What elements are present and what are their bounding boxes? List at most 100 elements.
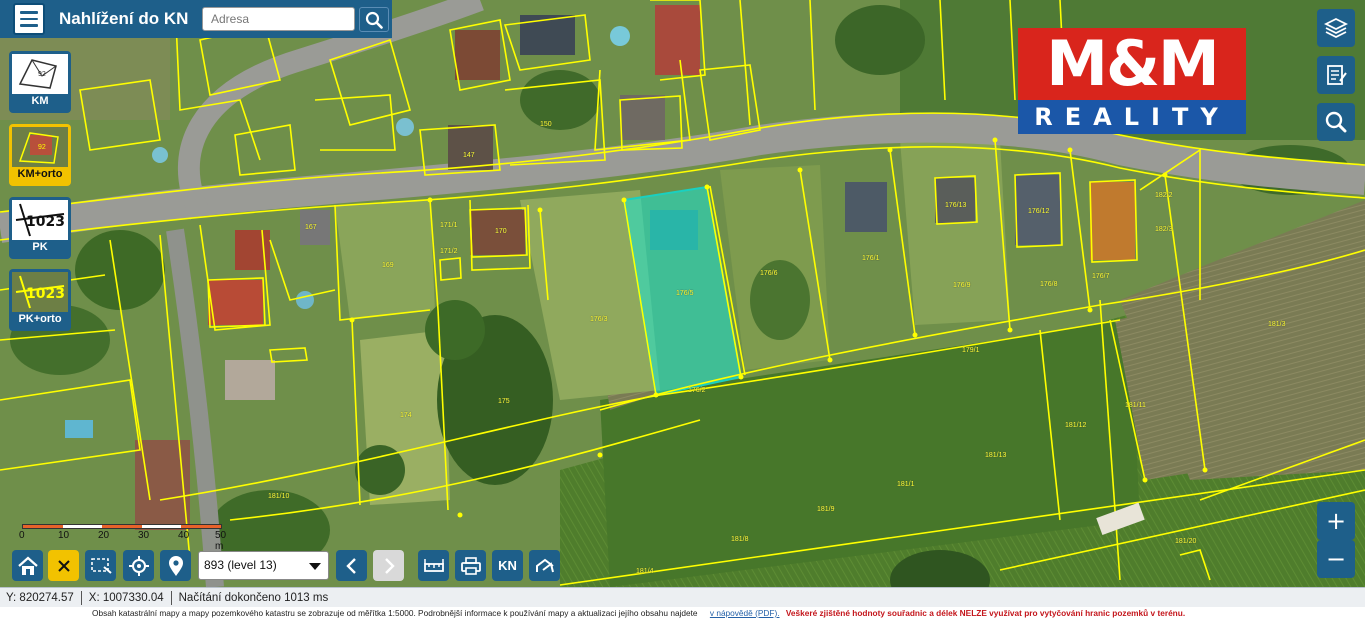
close-icon (57, 559, 70, 572)
parcel-label: 181/13 (985, 452, 1007, 459)
parcel-label: 181/9 (817, 506, 835, 513)
status-bar: Y: 820274.57 X: 1007330.04 Načítání doko… (0, 587, 1365, 607)
parcel-label: 176/12 (1028, 208, 1050, 215)
layer-label: KM+orto (17, 168, 63, 180)
parcel-label: 182/3 (1155, 226, 1173, 233)
layers-button[interactable] (1317, 9, 1355, 47)
printer-icon (460, 556, 481, 575)
parcel-label: 150 (540, 121, 552, 128)
x-coordinate: X: 1007330.04 (88, 591, 164, 604)
app-header: Nahlížení do KN (0, 0, 392, 38)
locate-button[interactable] (123, 550, 154, 581)
menu-bar (20, 11, 38, 14)
chevron-left-icon (345, 557, 356, 574)
edit-document-icon (1327, 65, 1347, 85)
menu-bar (20, 17, 38, 21)
parcel-label: 167 (305, 224, 317, 231)
share-icon (535, 558, 554, 572)
parcel-label: 181/8 (731, 536, 749, 543)
search-icon (1325, 111, 1347, 133)
search-button[interactable] (359, 7, 389, 32)
measure-icon (423, 558, 444, 572)
layer-pk-orto-button[interactable]: 1023 PK+orto (9, 269, 71, 331)
parcel-label: 176/9 (953, 282, 971, 289)
pk-orto-thumbnail: 1023 (12, 272, 68, 312)
print-button[interactable] (455, 550, 486, 581)
previous-view-button[interactable] (336, 550, 367, 581)
scale-tick: 40 (178, 530, 190, 541)
zoom-in-button[interactable]: + (1317, 502, 1355, 540)
svg-text:1023: 1023 (26, 286, 65, 302)
share-location-button[interactable] (529, 550, 560, 581)
svg-text:92: 92 (38, 144, 46, 151)
scale-bar: 0 10 20 30 40 50 m (19, 524, 226, 552)
parcel-label: 181/20 (1175, 538, 1197, 545)
status-separator (170, 590, 172, 605)
zoom-level-value: 893 (level 13) (204, 558, 277, 572)
measure-button[interactable] (418, 550, 449, 581)
layer-km-orto-button[interactable]: 92 KM+orto (9, 124, 71, 186)
parcel-label: 176/7 (1092, 273, 1110, 280)
map-pin-icon (168, 555, 183, 576)
parcel-label: 176/3 (590, 316, 608, 323)
map-search-button[interactable] (1317, 103, 1355, 141)
scale-tick: 20 (98, 530, 110, 541)
layers-icon (1324, 17, 1348, 39)
svg-text:92: 92 (38, 71, 46, 78)
kn-button[interactable]: KN (492, 550, 523, 581)
plus-icon: + (1325, 507, 1347, 535)
layer-label: PK+orto (18, 313, 62, 325)
parcel-label: 181/11 (1125, 402, 1146, 409)
parcel-label: 175 (498, 398, 510, 405)
hamburger-menu-button[interactable] (13, 3, 45, 35)
logo-bottom-text: REALITY (1018, 100, 1246, 134)
layer-pk-button[interactable]: 1023 PK (9, 197, 71, 259)
clear-selection-button[interactable] (48, 550, 79, 581)
zoom-level-select[interactable]: 893 (level 13) (198, 551, 329, 580)
y-coordinate: Y: 820274.57 (6, 591, 74, 604)
layer-km-button[interactable]: 92 KM (9, 51, 71, 113)
parcel-label: 181/1 (897, 481, 915, 488)
parcel-label: 171/2 (440, 248, 458, 255)
parcel-label: 181/10 (268, 493, 290, 500)
place-marker-button[interactable] (160, 550, 191, 581)
crosshair-icon (128, 555, 149, 576)
rectangle-select-icon (90, 557, 112, 574)
footer-info-text: Obsah katastrální mapy a mapy pozemkovéh… (92, 608, 698, 618)
layer-label: KM (31, 95, 49, 107)
app-title: Nahlížení do KN (59, 9, 189, 28)
chevron-right-icon (384, 557, 395, 574)
logo-top-text: M&M (1018, 28, 1246, 100)
mm-reality-logo: M&M REALITY (1018, 28, 1246, 134)
zoom-out-button[interactable]: − (1317, 540, 1355, 578)
km-orto-thumbnail: 92 (12, 127, 68, 167)
select-area-button[interactable] (85, 550, 116, 581)
footer-warning-text: Veškeré zjištěné hodnoty souřadnic a dél… (785, 608, 1186, 618)
footer-notice: Obsah katastrální mapy a mapy pozemkovéh… (0, 607, 1365, 627)
parcel-label: 181/12 (1065, 422, 1087, 429)
search-icon (365, 11, 383, 29)
scale-bar-ticks: 0 10 20 30 40 50 m (19, 529, 226, 552)
legend-button[interactable] (1317, 56, 1355, 94)
next-view-button[interactable] (373, 550, 404, 581)
svg-text:1023: 1023 (26, 214, 65, 230)
parcel-label: 171/1 (440, 222, 458, 229)
parcel-label: 174 (400, 412, 412, 419)
pk-map-thumbnail: 1023 (12, 200, 68, 240)
home-button[interactable] (12, 550, 43, 581)
help-pdf-link[interactable]: v nápovědě (PDF). (710, 608, 780, 618)
status-separator (80, 590, 82, 605)
scale-tick: 0 (19, 530, 25, 541)
address-search-input[interactable] (202, 7, 355, 31)
chevron-down-icon (309, 563, 321, 570)
parcel-label: 181/4 (636, 568, 654, 575)
kn-label: KN (498, 558, 517, 573)
parcel-label: 176/2 (688, 387, 706, 394)
parcel-label: 176/8 (1040, 281, 1058, 288)
parcel-label: 179/1 (962, 347, 980, 354)
loading-status: Načítání dokončeno 1013 ms (178, 591, 329, 604)
parcel-label: 176/13 (945, 202, 967, 209)
scale-tick: 30 (138, 530, 150, 541)
menu-bar (20, 24, 38, 27)
minus-icon: − (1325, 545, 1347, 573)
